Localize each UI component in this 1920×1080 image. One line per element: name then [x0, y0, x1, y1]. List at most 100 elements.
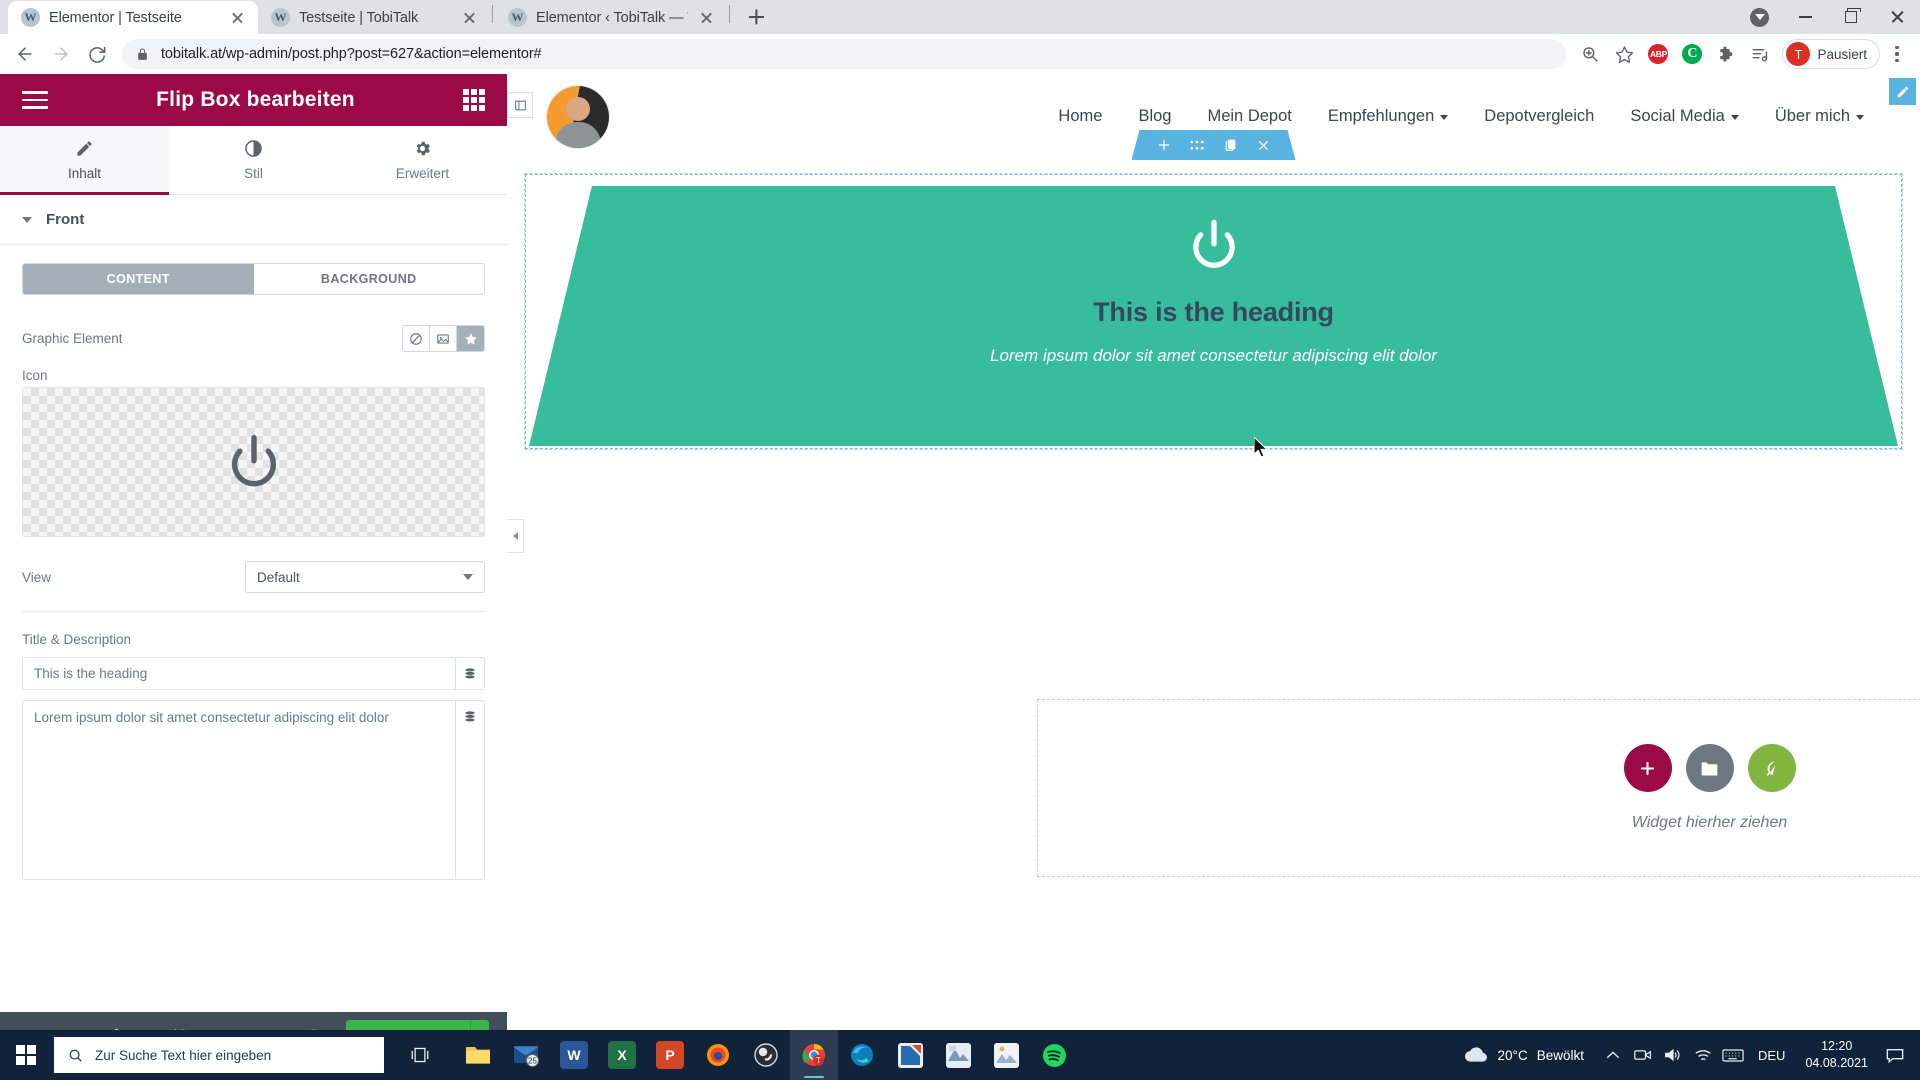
close-icon[interactable]: [697, 8, 716, 27]
ghostery-icon[interactable]: C: [1676, 38, 1708, 70]
weather-widget[interactable]: 20°C Bewölkt: [1463, 1046, 1598, 1065]
elementor-panel: Flip Box bearbeiten Inhalt Stil Erweiter…: [0, 74, 507, 1060]
screen-capture-icon[interactable]: [1628, 1030, 1658, 1080]
system-tray: 20°C Bewölkt DEU 12:20 04.08.2021: [1463, 1030, 1920, 1080]
widget-drop-zone[interactable]: Widget hierher ziehen: [1037, 699, 1920, 877]
tab-label: Inhalt: [67, 166, 102, 181]
plus-icon[interactable]: [1623, 744, 1672, 792]
panel-header: Flip Box bearbeiten: [0, 74, 507, 126]
adblock-plus-icon[interactable]: ABP: [1642, 38, 1674, 70]
nav-item-home[interactable]: Home: [1058, 107, 1102, 126]
back-arrow-icon[interactable]: [8, 37, 42, 71]
wifi-icon[interactable]: [1688, 1030, 1718, 1080]
powerpoint-icon[interactable]: P: [646, 1030, 694, 1080]
browser-tab-2[interactable]: W Testseite | TobiTalk: [258, 1, 490, 34]
nav-item-blog[interactable]: Blog: [1138, 107, 1171, 126]
lightroom-icon[interactable]: [982, 1030, 1030, 1080]
nav-item-ueber-mich[interactable]: Über mich: [1775, 107, 1864, 126]
hamburger-menu-icon[interactable]: [22, 91, 48, 109]
edge-icon[interactable]: [838, 1030, 886, 1080]
database-stack-icon[interactable]: [455, 700, 485, 880]
tab-inhalt[interactable]: Inhalt: [0, 126, 169, 195]
download-icon[interactable]: [1736, 0, 1782, 34]
spotify-icon[interactable]: [1030, 1030, 1078, 1080]
clock[interactable]: 12:20 04.08.2021: [1795, 1038, 1878, 1072]
tab-stil[interactable]: Stil: [169, 126, 338, 194]
minimize-icon[interactable]: [1782, 0, 1828, 34]
close-icon[interactable]: [1874, 0, 1920, 34]
excel-icon[interactable]: X: [598, 1030, 646, 1080]
close-icon[interactable]: [228, 8, 247, 27]
notification-icon[interactable]: [1878, 1030, 1912, 1080]
tab-erweitert[interactable]: Erweitert: [338, 126, 507, 194]
nav-item-mein-depot[interactable]: Mein Depot: [1207, 107, 1291, 126]
extensions-puzzle-icon[interactable]: [1710, 38, 1742, 70]
image-picture-icon[interactable]: [430, 326, 457, 351]
delete-close-icon[interactable]: [1247, 130, 1280, 160]
obs-icon[interactable]: [742, 1030, 790, 1080]
profile-chip[interactable]: T Pausiert: [1782, 39, 1880, 69]
zoom-magnifier-icon[interactable]: [1574, 38, 1606, 70]
envato-leaf-icon[interactable]: [1747, 744, 1796, 792]
title-input[interactable]: [22, 657, 455, 690]
word-icon[interactable]: W: [550, 1030, 598, 1080]
edit-pencil-icon[interactable]: [1889, 78, 1916, 105]
power-button-icon: [1192, 219, 1235, 268]
star-icon[interactable]: [457, 326, 484, 351]
chevron-up-icon[interactable]: [1598, 1030, 1628, 1080]
add-section-icon[interactable]: [1148, 130, 1181, 160]
nav-item-empfehlungen[interactable]: Empfehlungen: [1327, 107, 1449, 126]
firefox-icon[interactable]: [694, 1030, 742, 1080]
folder-icon[interactable]: [1685, 744, 1734, 792]
photoshop-icon[interactable]: [886, 1030, 934, 1080]
app-area: Flip Box bearbeiten Inhalt Stil Erweiter…: [0, 74, 1920, 1060]
reload-icon[interactable]: [80, 37, 114, 71]
description-textarea[interactable]: [22, 700, 455, 880]
address-bar[interactable]: tobitalk.at/wp-admin/post.php?post=627&a…: [122, 39, 1567, 69]
site-logo-avatar[interactable]: [547, 85, 609, 148]
chevron-down-icon: [1856, 115, 1864, 120]
nav-label: Home: [1058, 107, 1103, 125]
close-icon[interactable]: [460, 8, 479, 27]
search-input[interactable]: Zur Suche Text hier eingeben: [54, 1037, 384, 1073]
illustrator-icon[interactable]: [934, 1030, 982, 1080]
tab-background[interactable]: BACKGROUND: [254, 264, 485, 294]
mail-icon[interactable]: 25: [502, 1030, 550, 1080]
panel-collapse-button[interactable]: [507, 519, 524, 553]
browser-tab-1[interactable]: W Elementor | Testseite: [8, 1, 258, 34]
maximize-icon[interactable]: [1828, 0, 1874, 34]
widgets-grid-icon[interactable]: [462, 89, 485, 111]
nav-label: Empfehlungen: [1327, 107, 1435, 125]
flipbox-front[interactable]: This is the heading Lorem ipsum dolor si…: [529, 186, 1898, 446]
keyboard-icon[interactable]: [1718, 1030, 1748, 1080]
section-front[interactable]: Front: [0, 195, 507, 245]
duplicate-icon[interactable]: [1214, 130, 1247, 160]
volume-icon[interactable]: [1658, 1030, 1688, 1080]
drag-handle-icon[interactable]: [1181, 130, 1214, 160]
contrast-half-circle-icon: [245, 140, 262, 157]
chevron-down-icon: [1440, 115, 1449, 120]
database-stack-icon[interactable]: [455, 657, 485, 690]
element-toolbar: [1132, 130, 1296, 160]
site-header: Home Blog Mein Depot Empfehlungen Depotv…: [507, 74, 1920, 159]
task-view-icon[interactable]: [394, 1030, 446, 1080]
new-tab-button[interactable]: [738, 2, 774, 32]
language-indicator[interactable]: DEU: [1748, 1048, 1795, 1063]
forward-arrow-icon[interactable]: [44, 37, 78, 71]
chrome-icon[interactable]: T: [790, 1030, 838, 1080]
browser-tab-3[interactable]: W Elementor ‹ TobiTalk — WordPres: [495, 1, 727, 34]
view-select[interactable]: Default: [245, 561, 485, 593]
windows-start-icon[interactable]: [0, 1030, 52, 1080]
tab-content[interactable]: CONTENT: [23, 264, 254, 294]
column-handle-icon[interactable]: [507, 92, 533, 118]
nav-item-social-media[interactable]: Social Media: [1630, 107, 1739, 126]
file-explorer-icon[interactable]: [454, 1030, 502, 1080]
none-slash-circle-icon[interactable]: [403, 326, 430, 351]
icon-preview[interactable]: [22, 387, 485, 537]
three-dot-menu-icon[interactable]: [1882, 38, 1912, 70]
panel-tabs: Inhalt Stil Erweitert: [0, 126, 507, 195]
media-control-icon[interactable]: [1744, 38, 1776, 70]
search-magnifier-icon: [69, 1049, 82, 1062]
bookmark-star-icon[interactable]: [1608, 38, 1640, 70]
nav-item-depotvergleich[interactable]: Depotvergleich: [1484, 107, 1594, 126]
